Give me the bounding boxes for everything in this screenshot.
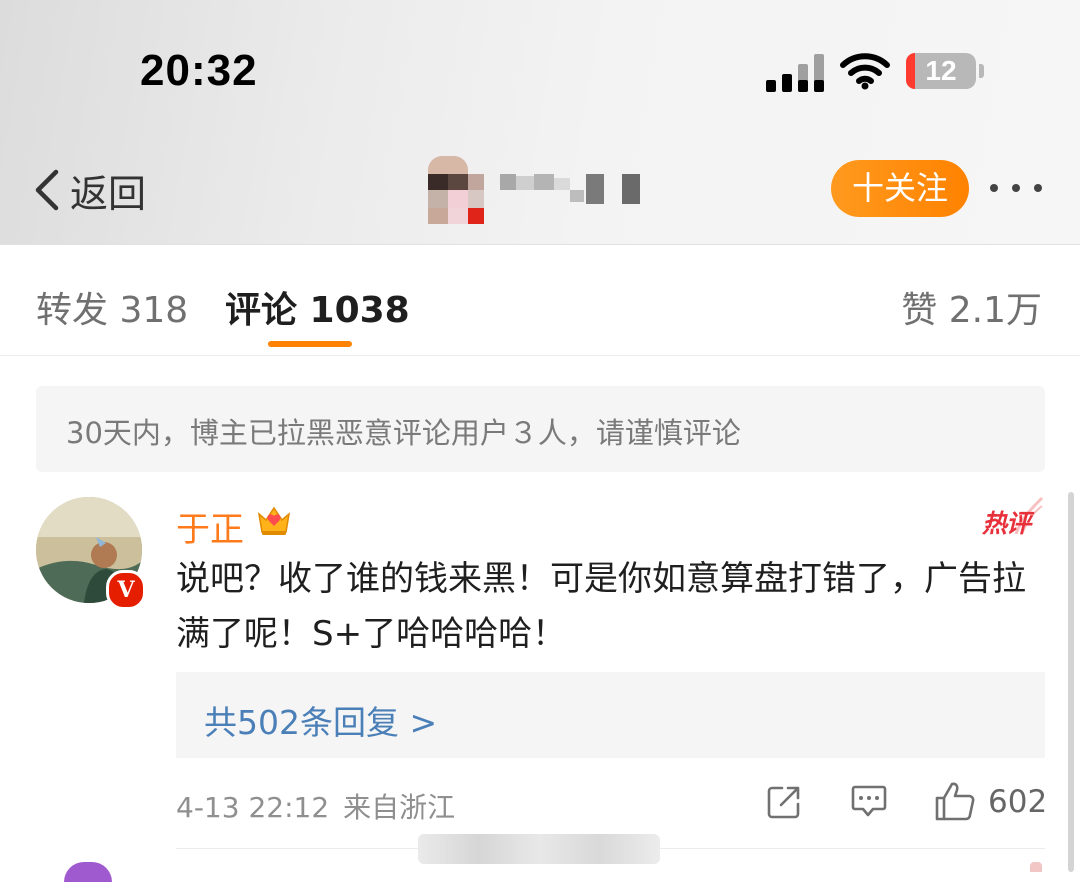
like-icon[interactable] xyxy=(934,780,976,822)
status-time: 20:32 xyxy=(140,46,258,95)
share-icon[interactable] xyxy=(766,784,802,820)
next-hot-badge xyxy=(1030,862,1042,872)
chevron-left-icon xyxy=(35,169,59,211)
comment-location: 来自浙江 xyxy=(343,791,456,824)
tab-likes[interactable]: 赞 2.1万 xyxy=(901,281,1042,333)
tab-bar: 转发 318 评论 1038 赞 2.1万 xyxy=(0,245,1080,356)
battery-icon: 12 xyxy=(906,53,976,89)
hot-label: 热评 xyxy=(982,509,1031,538)
wifi-icon xyxy=(840,53,890,90)
view-replies-button[interactable]: 共502条回复 > xyxy=(176,672,1045,758)
verified-badge-icon: V xyxy=(106,570,146,610)
battery-cap xyxy=(979,64,984,78)
blurred-content xyxy=(418,834,660,864)
tab-active-indicator xyxy=(268,341,352,347)
comment-username[interactable]: 于正 xyxy=(176,502,244,551)
tab-comments[interactable]: 评论 1038 xyxy=(225,281,410,333)
notice-text: 30天内，博主已拉黑恶意评论用户３人，请谨慎评论 xyxy=(66,416,741,450)
tab-reposts[interactable]: 转发 318 xyxy=(36,281,188,333)
author-info-blurred[interactable] xyxy=(428,156,658,228)
battery-level: 12 xyxy=(925,55,957,86)
like-count: 602 xyxy=(988,784,1048,820)
comment-notice: 30天内，博主已拉黑恶意评论用户３人，请谨慎评论 xyxy=(36,386,1045,472)
scrollbar[interactable] xyxy=(1068,492,1074,872)
hot-comment-badge: 热评 xyxy=(982,494,1046,538)
comment-time: 4-13 22:12 xyxy=(176,791,330,824)
comment-icon[interactable] xyxy=(850,784,888,820)
comment-text: 说吧？收了谁的钱来黑！可是你如意算盘打错了，广告拉满了呢！S+了哈哈哈哈！ xyxy=(176,559,1026,654)
next-comment-avatar[interactable] xyxy=(64,862,112,882)
top-bar: 20:32 12 返回 十关注 xyxy=(0,0,1080,245)
back-button[interactable]: 返回 xyxy=(28,160,146,220)
comment-meta: 4-13 22:12 来自浙江 xyxy=(176,786,455,826)
follow-button[interactable]: 十关注 xyxy=(831,160,969,217)
replies-label: 共502条回复 > xyxy=(204,703,438,742)
back-label: 返回 xyxy=(70,171,147,216)
signal-icon xyxy=(766,52,824,92)
more-icon[interactable] xyxy=(986,168,1046,208)
crown-icon xyxy=(257,506,291,535)
